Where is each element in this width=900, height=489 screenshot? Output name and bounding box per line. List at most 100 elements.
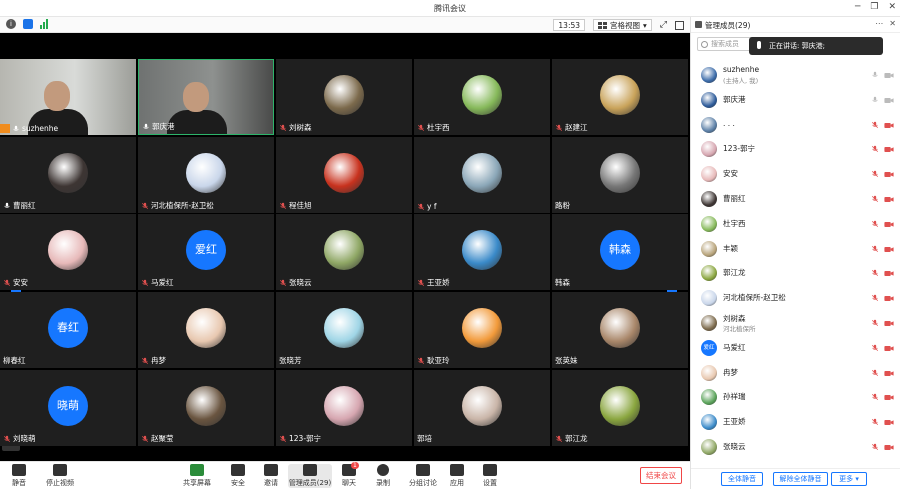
- mic-muted-icon[interactable]: [871, 344, 880, 353]
- participant-tile[interactable]: y f: [414, 137, 550, 213]
- camera-icon[interactable]: [884, 72, 894, 79]
- participant-tile[interactable]: 程佳旭: [276, 137, 412, 213]
- participant-tile[interactable]: 张英妹: [552, 292, 688, 368]
- microphone-icon[interactable]: [871, 71, 880, 80]
- mic-muted-icon[interactable]: [871, 294, 880, 303]
- participant-tile[interactable]: 冉梦: [138, 292, 274, 368]
- camera-off-icon[interactable]: [884, 419, 894, 426]
- member-row[interactable]: 123-郭宁: [691, 137, 900, 162]
- shield-icon[interactable]: [23, 19, 33, 29]
- share-screen-button[interactable]: 共享屏幕: [177, 464, 217, 488]
- fullscreen-icon[interactable]: ⤢: [660, 20, 667, 30]
- participant-tile[interactable]: 路粉: [552, 137, 688, 213]
- participant-tile[interactable]: 张晓芳: [276, 292, 412, 368]
- mic-muted-icon[interactable]: [871, 195, 880, 204]
- camera-off-icon[interactable]: [884, 246, 894, 253]
- camera-off-icon[interactable]: [884, 444, 894, 451]
- panel-footer: 全体静音 解除全体静音 更多 ▾: [691, 468, 900, 489]
- signal-icon[interactable]: [40, 19, 48, 29]
- member-row[interactable]: 安安: [691, 162, 900, 187]
- mute-button[interactable]: 静音: [0, 464, 39, 488]
- close-icon[interactable]: ✕: [888, 2, 896, 12]
- camera-off-icon[interactable]: [884, 171, 894, 178]
- member-row[interactable]: 曹丽红: [691, 187, 900, 212]
- close-icon[interactable]: ✕: [889, 19, 896, 28]
- manage-members-button[interactable]: 管理成员(29): [288, 464, 332, 488]
- participant-tile[interactable]: 晓萌 刘晓萌: [0, 370, 136, 446]
- participant-tile[interactable]: 123-郭宁: [276, 370, 412, 446]
- mic-muted-icon[interactable]: [871, 443, 880, 452]
- grid-view-icon: [598, 21, 608, 29]
- member-row[interactable]: 郭江龙: [691, 261, 900, 286]
- participant-name: 韩森: [555, 277, 570, 288]
- invite-button[interactable]: 邀请: [251, 464, 291, 488]
- view-switch-button[interactable]: 宫格视图 ▾: [593, 19, 652, 31]
- member-row[interactable]: 郭庆港: [691, 88, 900, 113]
- participant-tile[interactable]: 耿亚玲: [414, 292, 550, 368]
- participant-tile[interactable]: 韩森 韩森: [552, 214, 688, 290]
- camera-icon[interactable]: [884, 97, 894, 104]
- camera-off-icon[interactable]: [884, 221, 894, 228]
- camera-off-icon[interactable]: [884, 320, 894, 327]
- camera-off-icon[interactable]: [884, 345, 894, 352]
- participant-tile[interactable]: 爱红 马爱红: [138, 214, 274, 290]
- more-icon[interactable]: ⋯: [875, 19, 883, 28]
- member-row[interactable]: 孙祥瑞: [691, 385, 900, 410]
- mute-all-button[interactable]: 全体静音: [721, 472, 763, 486]
- gear-icon: [483, 464, 497, 476]
- camera-off-icon[interactable]: [884, 122, 894, 129]
- participant-tile[interactable]: 刘树森: [276, 59, 412, 135]
- mic-muted-icon[interactable]: [871, 418, 880, 427]
- participant-tile[interactable]: 郭培: [414, 370, 550, 446]
- member-row[interactable]: 张晓云: [691, 435, 900, 460]
- mic-muted-icon[interactable]: [871, 245, 880, 254]
- member-row[interactable]: 丰颖: [691, 237, 900, 262]
- mic-muted-icon[interactable]: [871, 393, 880, 402]
- participant-tile[interactable]: 王亚娇: [414, 214, 550, 290]
- participant-tile[interactable]: 安安: [0, 214, 136, 290]
- participant-tile[interactable]: 郭庆港: [138, 59, 274, 135]
- participant-tile[interactable]: 郭江龙: [552, 370, 688, 446]
- participant-tile[interactable]: 河北植保所-赵卫松: [138, 137, 274, 213]
- panel-toggle-icon[interactable]: [675, 20, 684, 30]
- info-icon[interactable]: i: [6, 19, 16, 29]
- participant-tile[interactable]: suzhenhe: [0, 59, 136, 135]
- camera-off-icon[interactable]: [884, 394, 894, 401]
- microphone-icon[interactable]: [871, 96, 880, 105]
- member-row[interactable]: 爱红 马爱红: [691, 336, 900, 361]
- camera-off-icon[interactable]: [884, 270, 894, 277]
- mic-muted-icon[interactable]: [871, 220, 880, 229]
- member-row[interactable]: 河北植保所-赵卫松: [691, 286, 900, 311]
- participant-tile[interactable]: 曹丽红: [0, 137, 136, 213]
- participant-tile[interactable]: 赵建江: [552, 59, 688, 135]
- member-row[interactable]: 杜宇西: [691, 212, 900, 237]
- member-row[interactable]: 刘树森 河北植保所: [691, 311, 900, 336]
- participant-tile[interactable]: 杜宇西: [414, 59, 550, 135]
- member-row[interactable]: 冉梦: [691, 361, 900, 386]
- settings-button[interactable]: 设置: [470, 464, 510, 488]
- end-meeting-button[interactable]: 结束会议: [640, 467, 682, 484]
- camera-off-icon[interactable]: [884, 196, 894, 203]
- camera-off-icon[interactable]: [884, 146, 894, 153]
- member-row[interactable]: 王亚娇: [691, 410, 900, 435]
- more-button[interactable]: 更多 ▾: [831, 472, 867, 486]
- mic-muted-icon[interactable]: [871, 269, 880, 278]
- participant-tile[interactable]: 张晓云: [276, 214, 412, 290]
- stop-video-button[interactable]: 停止视频: [40, 464, 80, 488]
- mic-muted-icon[interactable]: [871, 170, 880, 179]
- member-row[interactable]: . . .: [691, 113, 900, 138]
- camera-off-icon[interactable]: [884, 295, 894, 302]
- minimize-icon[interactable]: ─: [855, 2, 860, 12]
- mic-muted-icon[interactable]: [871, 369, 880, 378]
- restore-icon[interactable]: ❐: [870, 2, 878, 12]
- member-row[interactable]: suzhenhe (主持人, 我): [691, 63, 900, 88]
- camera-off-icon[interactable]: [884, 370, 894, 377]
- record-button[interactable]: 录制: [363, 464, 403, 488]
- participant-tile[interactable]: 春红 柳春红: [0, 292, 136, 368]
- mic-muted-icon[interactable]: [871, 319, 880, 328]
- mic-muted-icon[interactable]: [871, 121, 880, 130]
- participant-tile[interactable]: 赵聚莹: [138, 370, 274, 446]
- mic-muted-icon[interactable]: [871, 145, 880, 154]
- member-name: suzhenhe: [723, 65, 760, 74]
- unmute-all-button[interactable]: 解除全体静音: [773, 472, 828, 486]
